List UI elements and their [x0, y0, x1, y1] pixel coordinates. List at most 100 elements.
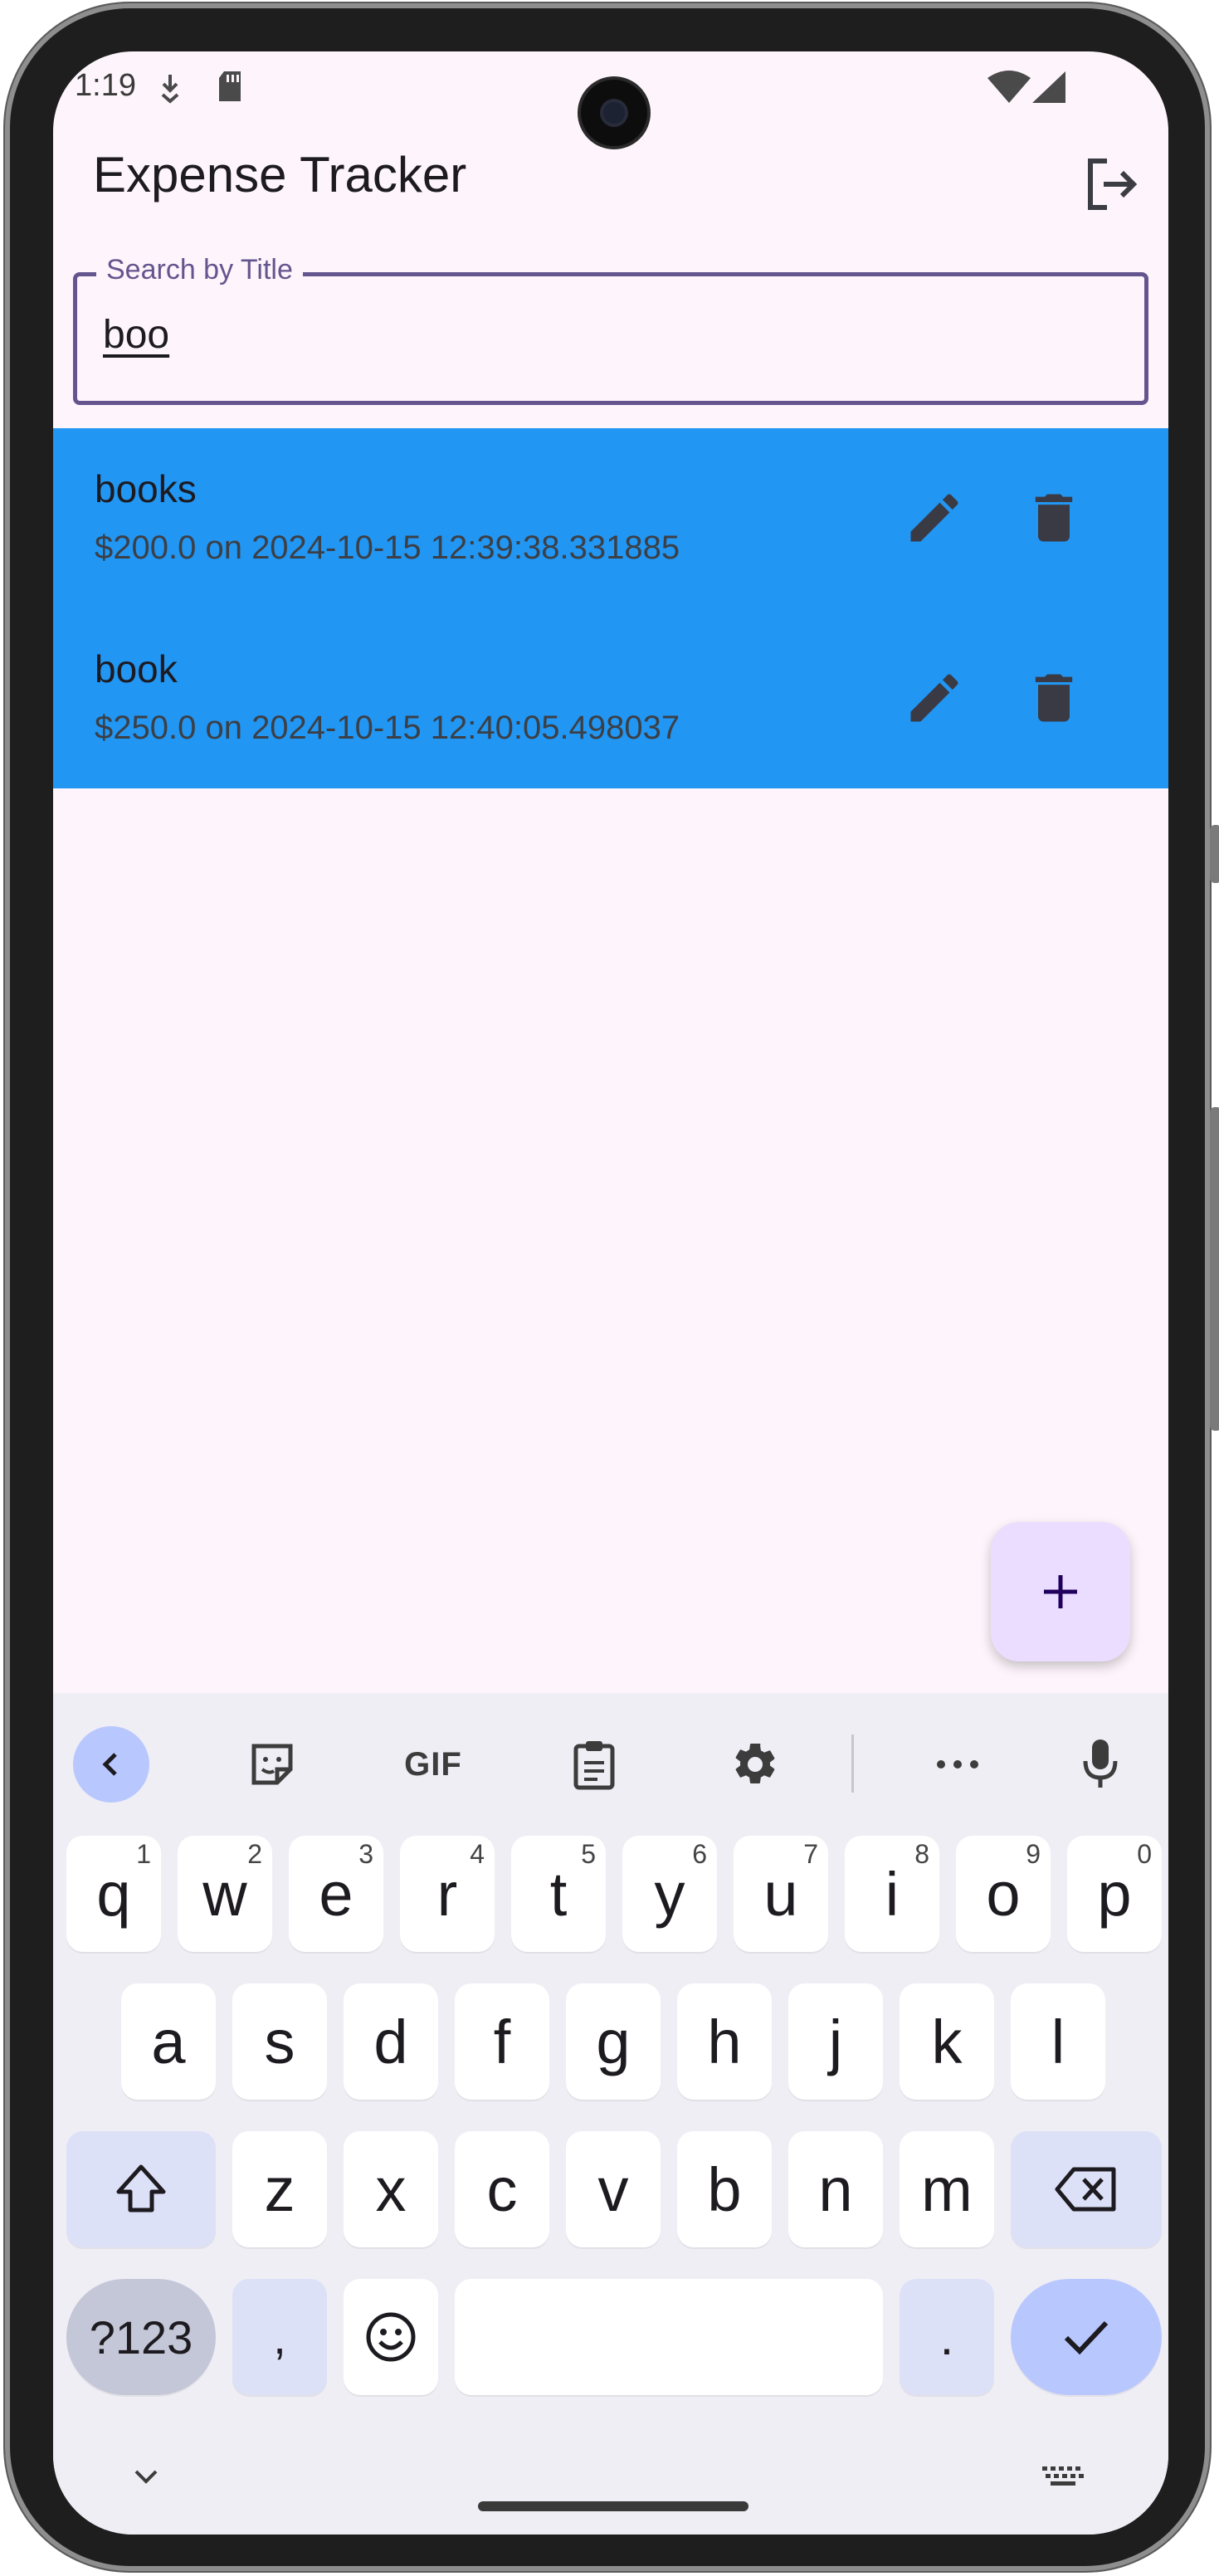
clipboard-button[interactable] [556, 1726, 632, 1803]
plus-icon [1044, 1575, 1077, 1608]
screen: 1:19 Expense Tracker Search by Title boo [53, 51, 1168, 2535]
sd-card-icon [219, 71, 241, 101]
key-label: w [202, 1859, 247, 1929]
sticker-button[interactable] [234, 1726, 310, 1803]
more-horizontal-icon [937, 1760, 978, 1769]
key-k[interactable]: k [900, 1983, 994, 2100]
toolbar-divider [851, 1734, 854, 1793]
download-icon [161, 75, 179, 104]
gear-icon [735, 1743, 775, 1783]
keyboard-back-button[interactable] [73, 1726, 149, 1803]
search-input[interactable] [73, 272, 1148, 405]
key-z[interactable]: z [232, 2131, 327, 2247]
key-label: t [549, 1859, 568, 1929]
expense-subtitle: $250.0 on 2024-10-15 12:40:05.498037 [95, 710, 680, 746]
volume-button [1210, 825, 1219, 883]
key-u[interactable]: u7 [734, 1836, 828, 1952]
key-label: p [1097, 1859, 1132, 1929]
key-hint: 4 [470, 1839, 485, 1869]
key-hint: 1 [136, 1839, 151, 1869]
wifi-icon [987, 71, 1031, 103]
search-value[interactable]: boo [103, 312, 169, 358]
key-label: u [763, 1859, 798, 1929]
logout-icon[interactable] [1082, 154, 1142, 214]
key-d[interactable]: d [344, 1983, 438, 2100]
key-hint: 2 [247, 1839, 262, 1869]
delete-icon[interactable] [1022, 666, 1085, 729]
power-button [1210, 1107, 1219, 1431]
page-title: Expense Tracker [93, 147, 467, 202]
space-key[interactable] [455, 2279, 883, 2395]
key-hint: 3 [358, 1839, 373, 1869]
key-p[interactable]: p0 [1067, 1836, 1162, 1952]
key-f[interactable]: f [455, 1983, 549, 2100]
enter-key[interactable] [1011, 2279, 1162, 2395]
period-key[interactable]: . [900, 2279, 994, 2395]
key-n[interactable]: n [788, 2131, 883, 2247]
list-item[interactable]: books $200.0 on 2024-10-15 12:39:38.3318… [53, 428, 1168, 608]
shift-icon [116, 2164, 166, 2213]
key-q[interactable]: q1 [66, 1836, 161, 1952]
key-label: r [436, 1859, 458, 1929]
key-g[interactable]: g [566, 1983, 661, 2100]
backspace-key[interactable] [1011, 2131, 1162, 2247]
key-label: q [96, 1859, 131, 1929]
expense-subtitle: $200.0 on 2024-10-15 12:39:38.331885 [95, 529, 680, 566]
cellular-signal-icon [1032, 71, 1065, 103]
gif-button[interactable]: GIF [395, 1726, 471, 1803]
shift-key[interactable] [66, 2131, 216, 2247]
key-e[interactable]: e3 [289, 1836, 383, 1952]
phone-frame: 1:19 Expense Tracker Search by Title boo [5, 3, 1219, 2571]
expense-title: books [95, 467, 197, 510]
comma-key[interactable]: , [232, 2279, 327, 2395]
gif-label: GIF [404, 1745, 462, 1783]
add-expense-button[interactable] [991, 1522, 1130, 1661]
voice-input-button[interactable] [1062, 1726, 1139, 1803]
symbols-key[interactable]: ?123 [66, 2279, 216, 2395]
list-item[interactable]: book $250.0 on 2024-10-15 12:40:05.49803… [53, 608, 1168, 788]
expense-list: books $200.0 on 2024-10-15 12:39:38.3318… [53, 428, 1168, 788]
key-v[interactable]: v [566, 2131, 661, 2247]
key-label: e [319, 1859, 354, 1929]
keyboard-switch-icon[interactable] [1041, 2465, 1087, 2490]
clipboard-icon [573, 1741, 615, 1790]
checkmark-icon [1064, 2320, 1109, 2355]
home-gesture-bar[interactable] [478, 2501, 748, 2511]
key-hint: 9 [1026, 1839, 1041, 1869]
key-label: y [654, 1859, 685, 1929]
key-hint: 0 [1137, 1839, 1152, 1869]
key-hint: 8 [914, 1839, 929, 1869]
key-l[interactable]: l [1011, 1983, 1105, 2100]
key-y[interactable]: y6 [622, 1836, 717, 1952]
expense-title: book [95, 647, 178, 690]
more-options-button[interactable] [919, 1726, 996, 1803]
key-i[interactable]: i8 [845, 1836, 939, 1952]
key-o[interactable]: o9 [956, 1836, 1051, 1952]
key-label: o [986, 1859, 1021, 1929]
key-t[interactable]: t5 [511, 1836, 606, 1952]
emoji-key[interactable] [344, 2279, 438, 2395]
status-time: 1:19 [75, 68, 136, 103]
key-s[interactable]: s [232, 1983, 327, 2100]
key-w[interactable]: w2 [178, 1836, 272, 1952]
key-x[interactable]: x [344, 2131, 438, 2247]
edit-icon[interactable] [903, 486, 966, 549]
key-h[interactable]: h [677, 1983, 772, 2100]
key-label: i [885, 1859, 900, 1929]
front-camera [581, 80, 647, 146]
key-j[interactable]: j [788, 1983, 883, 2100]
hide-keyboard-icon[interactable] [129, 2465, 163, 2490]
key-c[interactable]: c [455, 2131, 549, 2247]
edit-icon[interactable] [903, 666, 966, 729]
keyboard-settings-button[interactable] [717, 1726, 793, 1803]
backspace-icon [1055, 2167, 1116, 2212]
key-a[interactable]: a [121, 1983, 216, 2100]
key-r[interactable]: r4 [400, 1836, 495, 1952]
microphone-icon [1083, 1739, 1118, 1788]
delete-icon[interactable] [1022, 486, 1085, 549]
sticker-icon [251, 1744, 293, 1785]
emoji-icon [366, 2312, 416, 2362]
on-screen-keyboard: GIF q 1 w 2 e 3 r 4 t 5 y 6 u 7 i 8 o 9 … [53, 1693, 1168, 2535]
key-m[interactable]: m [900, 2131, 994, 2247]
key-b[interactable]: b [677, 2131, 772, 2247]
